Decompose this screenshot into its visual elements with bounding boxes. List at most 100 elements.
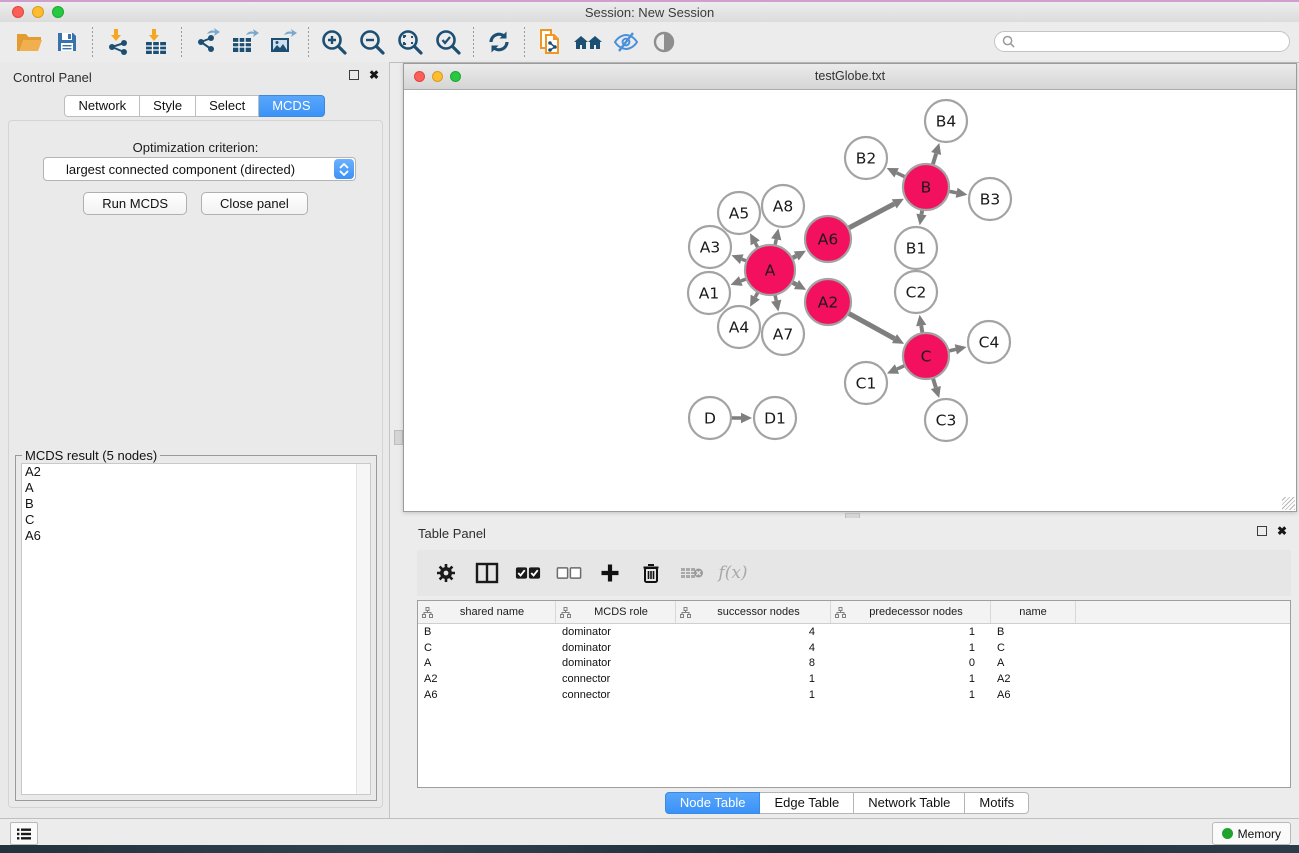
open-file-button[interactable] (10, 25, 48, 59)
search-input[interactable] (1019, 34, 1289, 50)
function-builder-button-disabled: f(x) (720, 560, 746, 586)
hide-annotations-button[interactable] (607, 25, 645, 59)
cell[interactable]: B (418, 626, 556, 638)
tab-network-table[interactable]: Network Table (854, 792, 965, 814)
memory-button[interactable]: Memory (1212, 822, 1291, 845)
node-label-A1: A1 (699, 285, 719, 303)
cell[interactable]: dominator (556, 626, 676, 638)
tab-select[interactable]: Select (196, 95, 259, 117)
tab-style[interactable]: Style (140, 95, 196, 117)
column-header-MCDS-role[interactable]: MCDS role (556, 601, 676, 623)
result-list-item[interactable]: B (22, 496, 370, 512)
table-row[interactable]: Cdominator41C (418, 640, 1290, 656)
column-browser-button[interactable] (474, 560, 500, 586)
node-label-C3: C3 (936, 412, 957, 430)
import-table-button[interactable] (137, 25, 175, 59)
table-settings-button[interactable] (433, 560, 459, 586)
save-session-button[interactable] (48, 25, 86, 59)
node-label-A4: A4 (729, 319, 749, 337)
tab-node-table[interactable]: Node Table (665, 792, 761, 814)
network-window-titlebar[interactable]: testGlobe.txt (404, 64, 1296, 90)
close-table-panel-icon[interactable]: ✖ (1277, 526, 1287, 536)
cell[interactable]: 1 (831, 689, 991, 701)
export-network-button[interactable] (188, 25, 226, 59)
import-network-button[interactable] (99, 25, 137, 59)
float-table-panel-icon[interactable] (1257, 526, 1267, 536)
result-list-item[interactable]: A2 (22, 464, 370, 480)
select-all-button[interactable] (515, 560, 541, 586)
export-table-button[interactable] (226, 25, 264, 59)
mcds-result-list[interactable]: A2ABCA6 (21, 463, 371, 795)
column-header-predecessor-nodes[interactable]: predecessor nodes (831, 601, 991, 623)
cell[interactable]: dominator (556, 657, 676, 669)
result-list-item[interactable]: A (22, 480, 370, 496)
table-row[interactable]: A6connector11A6 (418, 687, 1290, 703)
network-graph[interactable]: B4B2BB3A8A5A6B1A3AC2A1A2A4A7C4CC1DD1C3 (404, 89, 1296, 511)
node-label-A5: A5 (729, 205, 749, 223)
table-row[interactable]: Bdominator41B (418, 624, 1290, 640)
cell[interactable]: A2 (991, 673, 1076, 685)
vertical-splitter-handle[interactable] (394, 430, 403, 445)
cell[interactable]: 1 (831, 626, 991, 638)
cell[interactable]: 4 (676, 642, 831, 654)
window-resize-grip[interactable] (1282, 497, 1295, 510)
cell[interactable]: A6 (991, 689, 1076, 701)
export-image-button[interactable] (264, 25, 302, 59)
table-row[interactable]: Adominator80A (418, 656, 1290, 672)
cell[interactable]: B (991, 626, 1076, 638)
cell[interactable]: A2 (418, 673, 556, 685)
node-table[interactable]: shared nameMCDS rolesuccessor nodesprede… (417, 600, 1291, 788)
home-button[interactable] (569, 25, 607, 59)
tab-motifs[interactable]: Motifs (965, 792, 1029, 814)
table-row[interactable]: A2connector11A2 (418, 671, 1290, 687)
control-panel-title: Control Panel (13, 70, 92, 85)
cell[interactable]: 8 (676, 657, 831, 669)
show-panels-button[interactable] (10, 822, 38, 845)
cell[interactable]: 1 (676, 673, 831, 685)
status-bar: Memory (0, 818, 1299, 845)
close-panel-button[interactable]: Close panel (201, 192, 308, 215)
edge-arrowhead (955, 344, 967, 354)
tab-edge-table[interactable]: Edge Table (760, 792, 854, 814)
cell[interactable]: C (418, 642, 556, 654)
cell[interactable]: connector (556, 689, 676, 701)
cell[interactable]: dominator (556, 642, 676, 654)
cell[interactable]: connector (556, 673, 676, 685)
column-header-name[interactable]: name (991, 601, 1076, 623)
add-column-button[interactable] (597, 560, 623, 586)
tab-mcds[interactable]: MCDS (259, 95, 324, 117)
delete-column-button[interactable] (638, 560, 664, 586)
cell[interactable]: A (418, 657, 556, 669)
zoom-in-button[interactable] (315, 25, 353, 59)
refresh-button[interactable] (480, 25, 518, 59)
clone-network-button[interactable] (531, 25, 569, 59)
criterion-select[interactable]: largest connected component (directed) (43, 157, 356, 181)
network-canvas[interactable]: B4B2BB3A8A5A6B1A3AC2A1A2A4A7C4CC1DD1C3 (404, 89, 1296, 511)
cell[interactable]: A6 (418, 689, 556, 701)
column-header-shared-name[interactable]: shared name (418, 601, 556, 623)
result-scrollbar[interactable] (356, 464, 370, 794)
column-header-successor-nodes[interactable]: successor nodes (676, 601, 831, 623)
run-mcds-button[interactable]: Run MCDS (83, 192, 187, 215)
cell[interactable]: 1 (831, 673, 991, 685)
zoom-selected-button[interactable] (429, 25, 467, 59)
tab-network[interactable]: Network (64, 95, 140, 117)
node-label-A2: A2 (818, 294, 838, 312)
table-panel-title: Table Panel (418, 526, 486, 541)
zoom-out-button[interactable] (353, 25, 391, 59)
node-label-A: A (765, 262, 776, 280)
float-panel-icon[interactable] (349, 70, 359, 80)
zoom-fit-button[interactable] (391, 25, 429, 59)
close-panel-icon[interactable]: ✖ (369, 70, 379, 80)
cell[interactable]: 4 (676, 626, 831, 638)
search-box[interactable] (994, 31, 1290, 52)
result-list-item[interactable]: C (22, 512, 370, 528)
cell[interactable]: 0 (831, 657, 991, 669)
cell[interactable]: 1 (831, 642, 991, 654)
show-view-button[interactable] (645, 25, 683, 59)
cell[interactable]: A (991, 657, 1076, 669)
result-list-item[interactable]: A6 (22, 528, 370, 544)
cell[interactable]: C (991, 642, 1076, 654)
deselect-all-button[interactable] (556, 560, 582, 586)
cell[interactable]: 1 (676, 689, 831, 701)
